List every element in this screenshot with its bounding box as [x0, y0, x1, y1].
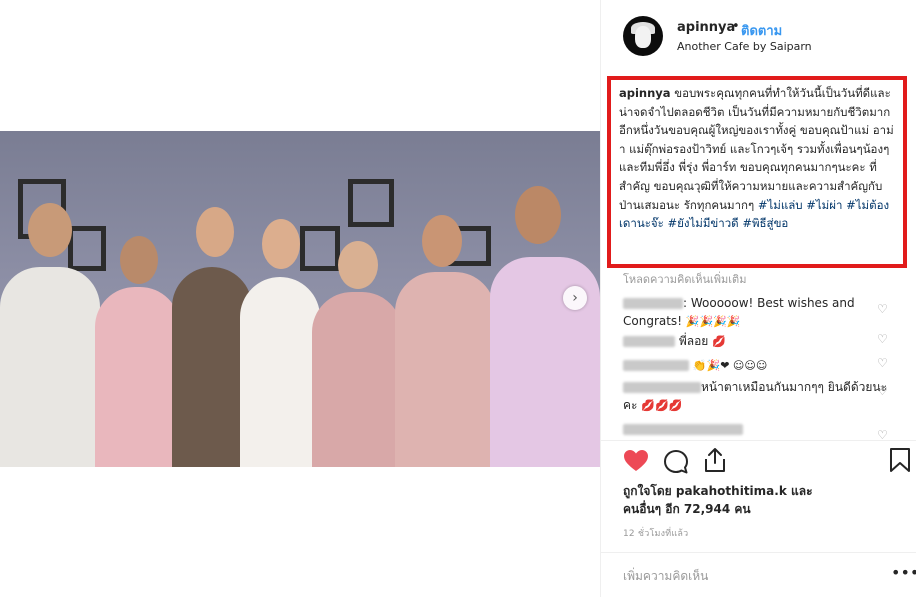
chevron-right-icon: ›	[572, 290, 578, 306]
person-head	[338, 241, 378, 289]
hashtag[interactable]: #ยังไม่มีข่าวดี	[667, 216, 738, 230]
avatar[interactable]	[623, 16, 663, 56]
add-comment-bar: เพิ่มความคิดเห็น •••	[601, 552, 916, 598]
post-media-area: ›	[0, 0, 600, 597]
wall-shelf	[300, 226, 340, 271]
like-comment-icon[interactable]: ♡	[877, 302, 888, 316]
person-head	[120, 236, 158, 284]
heart-icon[interactable]	[623, 449, 649, 473]
bookmark-icon[interactable]	[889, 447, 911, 473]
person-head	[515, 186, 561, 244]
follow-button[interactable]: ติดตาม	[741, 20, 782, 41]
like-comment-icon[interactable]: ♡	[877, 356, 888, 370]
username-link[interactable]: apinnya	[677, 20, 735, 35]
person	[95, 287, 180, 467]
person-head	[262, 219, 300, 269]
person-head	[422, 215, 462, 267]
post-detail-panel: apinnya • ติดตาม Another Cafe by Saiparn…	[600, 0, 916, 597]
blurred-comment	[623, 424, 743, 435]
carousel-next-button[interactable]: ›	[563, 286, 587, 310]
blurred-username	[623, 360, 689, 371]
person	[490, 257, 600, 467]
comment-item: หน้าตาเหมือนกันมากๆๆ ยินดีด้วยนะคะ 💋💋💋	[623, 378, 893, 415]
post-actions	[601, 440, 916, 481]
likes-summary[interactable]: ถูกใจโดย pakahothitima.k และ คนอื่นๆ อีก…	[623, 482, 813, 518]
comment-icon[interactable]	[663, 449, 689, 475]
comment-item	[623, 420, 893, 438]
caption-text: ขอบพระคุณทุกคนที่ทำให้วันนี้เป็นวันที่ดี…	[619, 86, 894, 212]
caption-highlight-box: apinnya ขอบพระคุณทุกคนที่ทำให้วันนี้เป็น…	[607, 76, 907, 268]
share-icon[interactable]	[703, 447, 727, 473]
blurred-username	[623, 336, 675, 347]
likes-line-2: คนอื่นๆ อีก 72,944 คน	[623, 502, 751, 516]
person	[312, 292, 402, 467]
comment-emoji: 💋💋💋	[641, 399, 683, 412]
avatar-face	[635, 26, 651, 48]
person-head	[28, 203, 72, 257]
add-comment-input[interactable]: เพิ่มความคิดเห็น	[623, 567, 708, 586]
comment-emoji: 👏🎉❤ ☺☺☺	[692, 359, 768, 372]
person	[395, 272, 495, 467]
like-comment-icon[interactable]: ♡	[877, 332, 888, 346]
post-timestamp[interactable]: 12 ชั่วโมงที่แล้ว	[623, 526, 688, 540]
wall-shelf	[68, 226, 106, 271]
blurred-username	[623, 382, 701, 393]
comment-emoji: 🎉🎉🎉🎉	[685, 315, 741, 328]
comment-emoji: 💋	[712, 335, 726, 348]
person	[240, 277, 320, 467]
hashtag[interactable]: #ไม่ผ่า	[806, 198, 842, 212]
wall-shelf	[348, 179, 394, 227]
blurred-username	[623, 298, 683, 309]
comment-item: 👏🎉❤ ☺☺☺	[623, 356, 893, 375]
person-head	[196, 207, 234, 257]
hashtag[interactable]: #พิธีสู่ขอ	[742, 216, 788, 230]
separator-dot: •	[732, 19, 740, 34]
comment-item: พี่ลอย 💋	[623, 332, 893, 351]
person	[0, 267, 100, 467]
hashtag[interactable]: #ไม่แล่บ	[758, 198, 803, 212]
caption-username[interactable]: apinnya	[619, 86, 671, 100]
post-header: apinnya • ติดตาม Another Cafe by Saiparn	[601, 0, 916, 72]
like-comment-icon[interactable]: ♡	[877, 384, 888, 398]
location-link[interactable]: Another Cafe by Saiparn	[677, 40, 812, 53]
comment-text: พี่ลอย	[678, 334, 709, 348]
load-more-comments[interactable]: โหลดความคิดเห็นเพิ่มเติม	[623, 270, 746, 288]
likes-line-1: ถูกใจโดย pakahothitima.k และ	[623, 484, 813, 498]
post-photo[interactable]	[0, 131, 600, 467]
comment-item: : Wooooow! Best wishes and Congrats! 🎉🎉🎉…	[623, 294, 893, 331]
more-options-icon[interactable]: •••	[891, 563, 916, 582]
